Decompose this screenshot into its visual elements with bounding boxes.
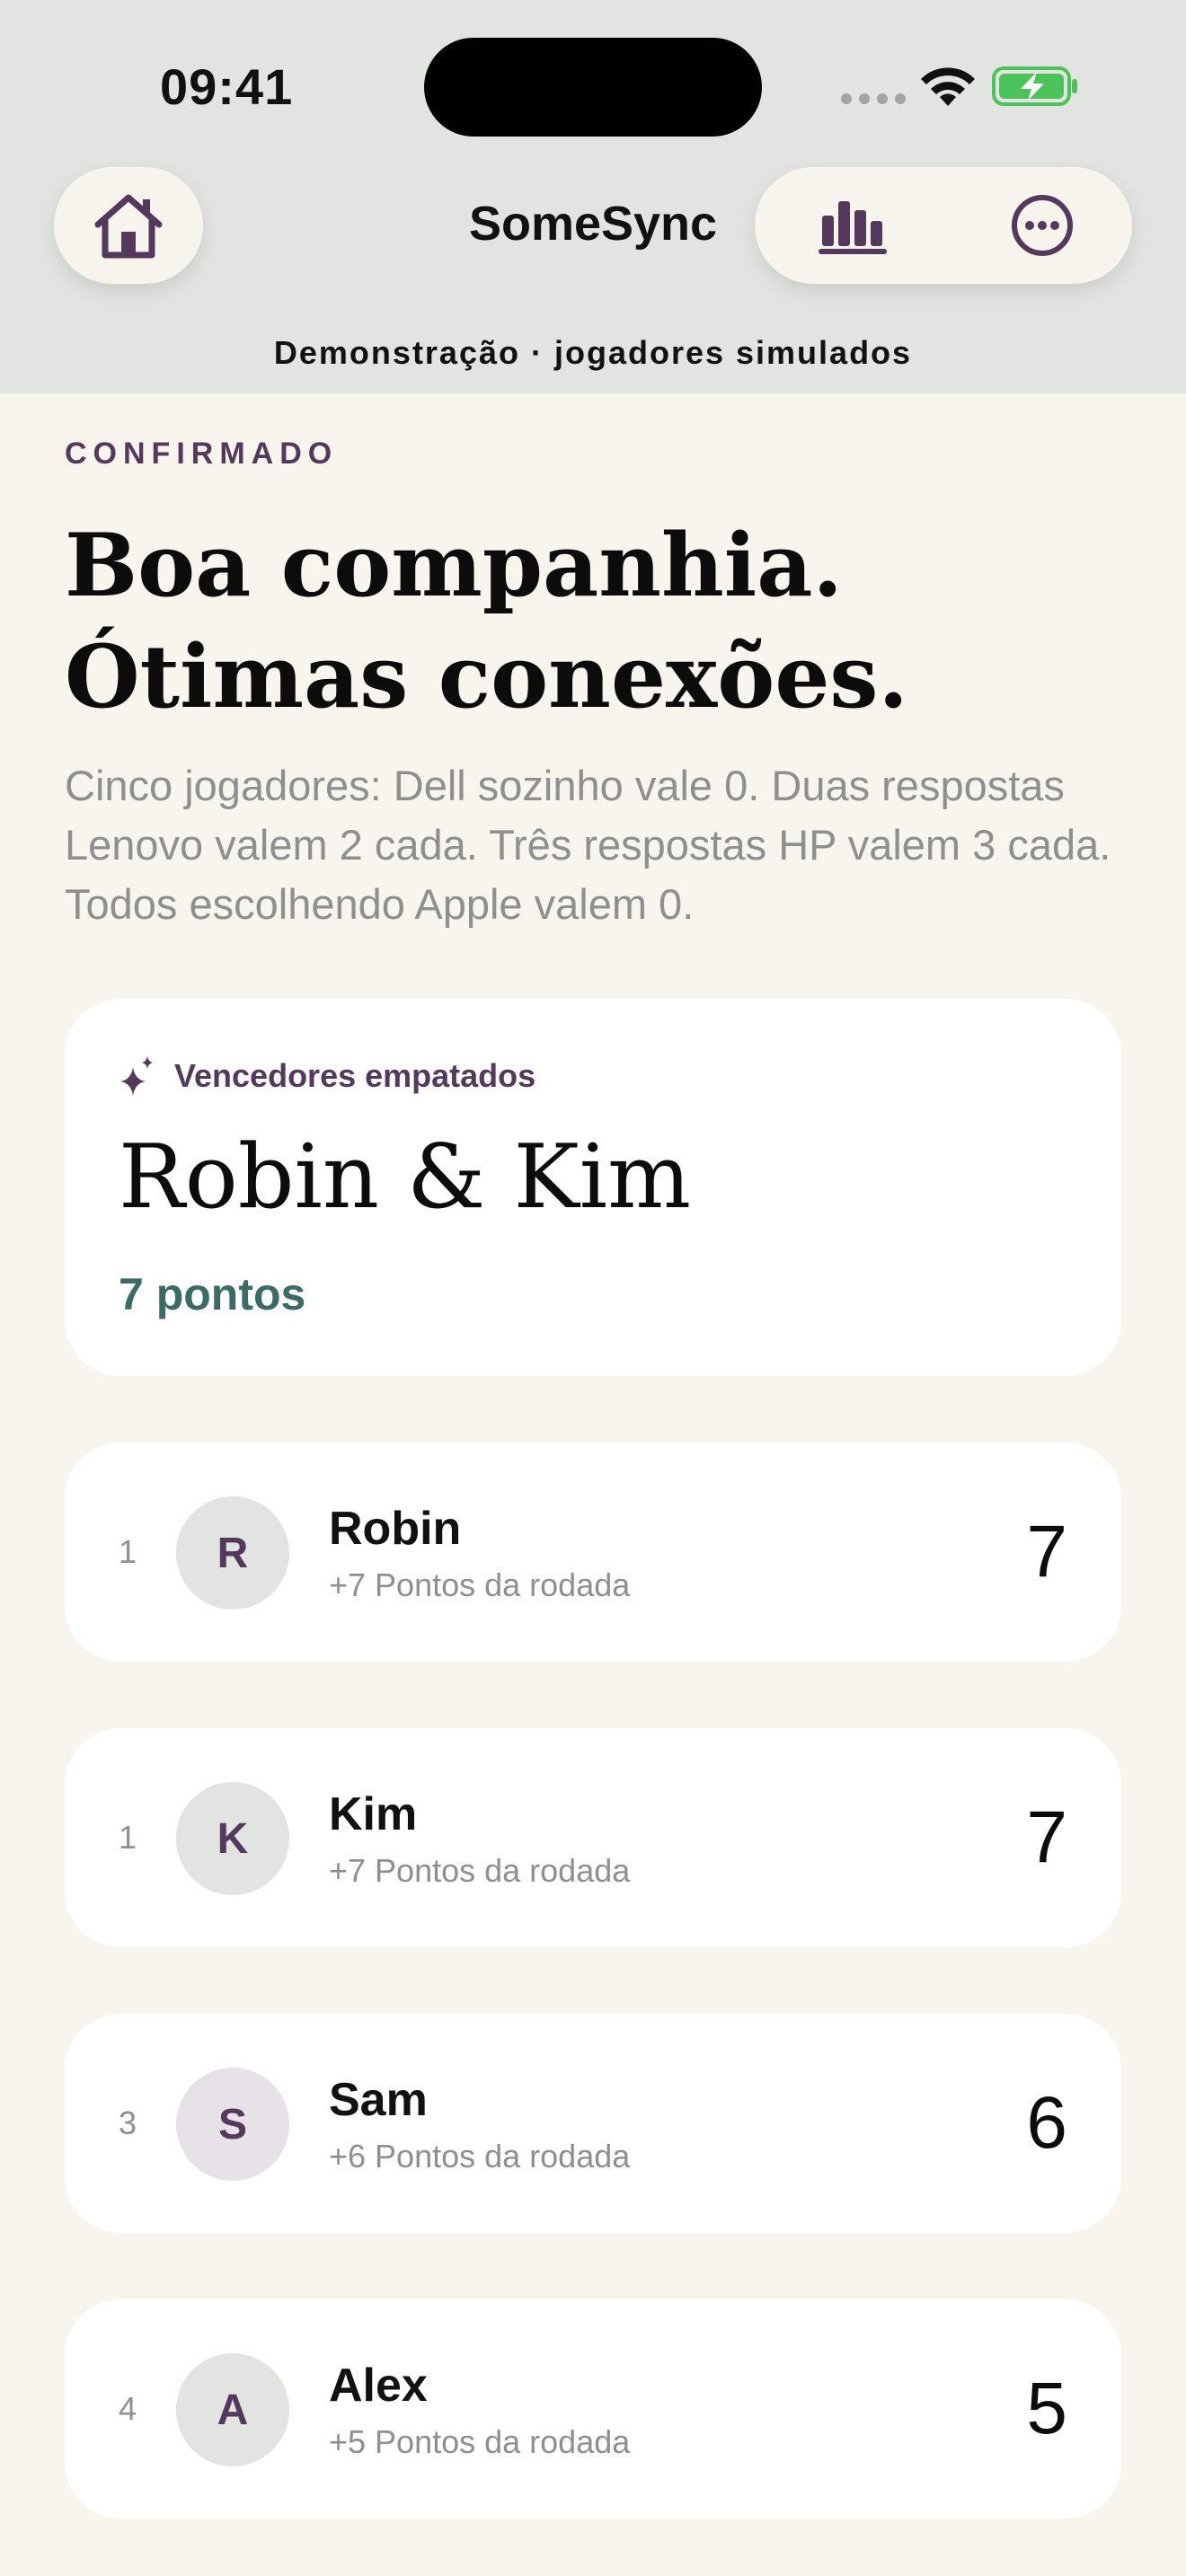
status-eyebrow: CONFIRMADO — [65, 437, 339, 471]
player-score: 5 — [1026, 2368, 1067, 2449]
player-name: Robin — [329, 1503, 462, 1555]
demo-banner: Demonstração · jogadores simulados — [273, 334, 913, 371]
player-round-points: +5 Pontos da rodada — [329, 2423, 631, 2460]
dynamic-island — [424, 38, 762, 137]
wifi-icon — [921, 67, 975, 106]
battery-charging-icon — [992, 66, 1077, 106]
player-rank: 3 — [119, 2104, 137, 2141]
avatar: S — [176, 2068, 289, 2181]
winner-names: Robin & Kim — [119, 1126, 691, 1229]
toolbar-actions — [755, 167, 1132, 284]
winner-card: Vencedores empatados Robin & Kim 7 ponto… — [65, 999, 1121, 1376]
player-score: 7 — [1026, 1511, 1067, 1592]
player-name: Alex — [329, 2360, 428, 2412]
page-headline: Boa companhia. Ótimas conexões. — [65, 510, 1125, 733]
cellular-signal-icon — [841, 93, 906, 104]
status-time: 09:41 — [160, 58, 294, 115]
player-rank: 1 — [119, 1819, 137, 1856]
header-bar: 09:41 SomeSync Demonstração · jogadores … — [0, 0, 1186, 393]
winner-points: 7 pontos — [119, 1269, 306, 1319]
player-round-points: +7 Pontos da rodada — [329, 1852, 631, 1889]
player-name: Kim — [329, 1788, 418, 1840]
house-icon — [94, 194, 163, 259]
winner-label-row: Vencedores empatados — [119, 1056, 535, 1096]
app-title: SomeSync — [468, 197, 718, 251]
player-row[interactable]: 1 R Robin +7 Pontos da rodada 7 — [65, 1442, 1121, 1662]
headline-line-2: Ótimas conexões. — [65, 626, 908, 728]
home-button[interactable] — [54, 167, 203, 284]
avatar: K — [176, 1782, 289, 1895]
winner-label: Vencedores empatados — [174, 1057, 536, 1094]
ellipsis-circle-icon — [1012, 195, 1073, 256]
player-row[interactable]: 4 A Alex +5 Pontos da rodada 5 — [65, 2299, 1121, 2519]
leaderboard-button[interactable] — [803, 190, 902, 260]
player-name: Sam — [329, 2074, 428, 2126]
headline-line-1: Boa companhia. — [65, 515, 843, 616]
avatar: R — [176, 1496, 289, 1610]
player-score: 6 — [1026, 2082, 1067, 2164]
sparkles-icon — [120, 1056, 153, 1096]
player-row[interactable]: 1 K Kim +7 Pontos da rodada 7 — [65, 1728, 1121, 1947]
round-description: Cinco jogadores: Dell sozinho vale 0. Du… — [65, 762, 1111, 928]
player-row[interactable]: 3 S Sam +6 Pontos da rodada 6 — [65, 2014, 1121, 2233]
player-rank: 4 — [119, 2390, 137, 2427]
player-round-points: +7 Pontos da rodada — [329, 1566, 631, 1603]
player-round-points: +6 Pontos da rodada — [329, 2138, 631, 2175]
bar-chart-icon — [819, 201, 887, 254]
player-score: 7 — [1026, 1796, 1067, 1878]
player-rank: 1 — [119, 1533, 137, 1570]
avatar: A — [176, 2353, 289, 2466]
more-options-button[interactable] — [1006, 190, 1078, 260]
